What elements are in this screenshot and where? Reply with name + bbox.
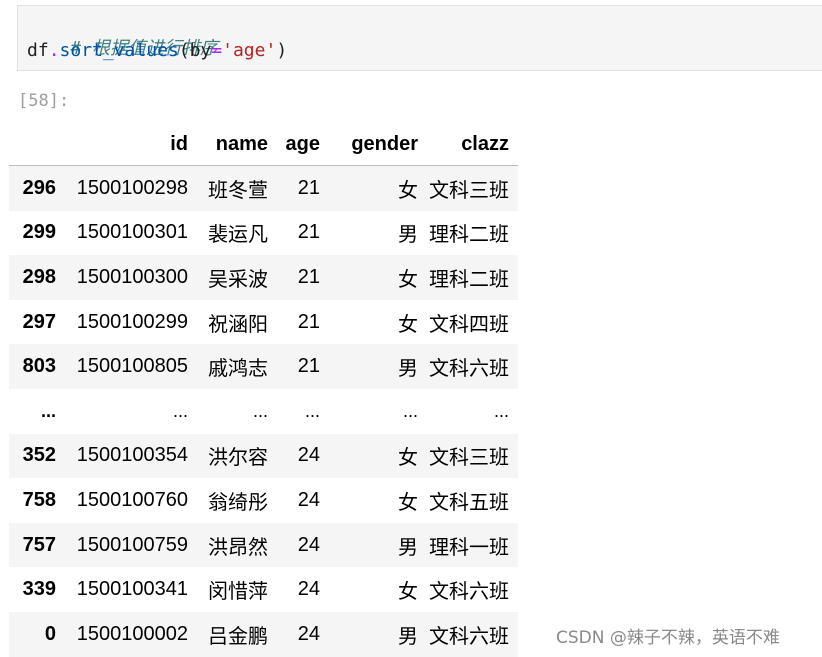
row-index: 299: [22, 221, 56, 244]
cell-name: 裴运凡: [208, 224, 268, 247]
cell-age: 21: [297, 265, 320, 288]
row-index: 297: [22, 310, 56, 333]
cell-age: 24: [297, 444, 320, 467]
cell-clazz: 文科五班: [429, 491, 509, 514]
cell-age: 24: [297, 578, 320, 601]
index-column-header: [9, 123, 65, 166]
cell-name: 洪昂然: [208, 536, 268, 559]
cell-id: 1500100341: [76, 578, 188, 601]
cell-gender: 女: [398, 268, 418, 291]
table-row-ellipsis: ... ... ... ... ... ...: [9, 389, 518, 434]
row-index: 339: [22, 578, 56, 601]
cell-gender: 男: [398, 625, 418, 648]
table-row: 0 1500100002 吕金鹏 24 男 文科六班: [9, 611, 518, 657]
table-row: 299 1500100301 裴运凡 21 男 理科二班: [9, 211, 518, 256]
row-index: 352: [22, 444, 56, 467]
cell-clazz: 文科六班: [429, 358, 509, 381]
table-row: 758 1500100760 翁绮彤 24 女 文科五班: [9, 478, 518, 523]
table-row: 339 1500100341 闵惜萍 24 女 文科六班: [9, 567, 518, 612]
dataframe-output-table: id name age gender clazz 296 1500100298 …: [9, 123, 518, 657]
code-keyword-arg: by: [189, 40, 212, 61]
output-prompt: [58]:: [18, 91, 70, 111]
cell-gender: 女: [398, 491, 418, 514]
cell-age: 21: [297, 176, 320, 199]
table-row: 757 1500100759 洪昂然 24 男 理科一班: [9, 522, 518, 568]
cell-age: 21: [297, 310, 320, 333]
cell-gender: 女: [398, 581, 418, 604]
table-row: 352 1500100354 洪尔容 24 女 文科三班: [9, 433, 518, 479]
column-header-gender: gender: [329, 123, 427, 166]
cell-gender: 女: [398, 447, 418, 470]
cell-clazz: 文科三班: [429, 179, 509, 202]
cell-id: 1500100759: [76, 533, 188, 556]
cell-id: 1500100760: [76, 488, 188, 511]
table-row: 803 1500100805 戚鸿志 21 男 文科六班: [9, 344, 518, 389]
cell-name: 闵惜萍: [208, 581, 268, 604]
column-header-age: age: [277, 123, 329, 166]
cell-age: ...: [304, 400, 320, 421]
cell-id: 1500100002: [76, 622, 188, 645]
cell-name: 祝涵阳: [208, 313, 268, 336]
cell-id: 1500100298: [76, 176, 188, 199]
table-row: 298 1500100300 吴采波 21 女 理科二班: [9, 255, 518, 300]
watermark-text: CSDN @辣子不辣，英语不难: [556, 628, 780, 648]
column-header-id: id: [65, 123, 197, 166]
cell-id: 1500100805: [76, 355, 188, 378]
cell-age: 24: [297, 533, 320, 556]
cell-clazz: 文科三班: [429, 447, 509, 470]
cell-clazz: 文科四班: [429, 313, 509, 336]
cell-name: 翁绮彤: [208, 491, 268, 514]
cell-clazz: 理科二班: [429, 268, 509, 291]
cell-gender: 男: [398, 224, 418, 247]
cell-id: 1500100301: [76, 221, 188, 244]
row-index: ...: [40, 400, 56, 421]
cell-name: ...: [252, 400, 268, 421]
cell-clazz: 文科六班: [429, 625, 509, 648]
cell-gender: 男: [398, 358, 418, 381]
table-row: 296 1500100298 班冬萱 21 女 文科三班: [9, 165, 518, 211]
code-comment-line: # 根据值进行排序: [27, 13, 218, 59]
code-input-cell[interactable]: # 根据值进行排序 df.sort_values(by='age'): [17, 5, 822, 71]
table-header-row: id name age gender clazz: [9, 123, 518, 166]
cell-id: 1500100354: [76, 444, 188, 467]
table-row: 297 1500100299 祝涵阳 21 女 文科四班: [9, 300, 518, 345]
code-dot: .: [48, 40, 60, 61]
cell-age: 24: [297, 488, 320, 511]
cell-gender: 男: [398, 536, 418, 559]
cell-clazz: 理科一班: [429, 536, 509, 559]
row-index: 298: [22, 265, 56, 288]
code-close-paren: ): [276, 40, 288, 61]
code-equals: =: [211, 40, 223, 61]
cell-gender: 女: [398, 179, 418, 202]
code-method: sort_values: [59, 40, 179, 61]
cell-age: 21: [297, 355, 320, 378]
row-index: 803: [22, 355, 56, 378]
column-header-clazz: clazz: [427, 123, 518, 166]
cell-clazz: 理科二班: [429, 224, 509, 247]
cell-age: 24: [297, 622, 320, 645]
cell-clazz: 文科六班: [429, 581, 509, 604]
cell-name: 戚鸿志: [208, 358, 268, 381]
cell-gender: 女: [398, 313, 418, 336]
code-string-arg: 'age': [222, 40, 277, 61]
code-statement-line: df.sort_values(by='age'): [27, 39, 287, 63]
row-index: 296: [22, 176, 56, 199]
cell-name: 班冬萱: [208, 179, 268, 202]
cell-id: ...: [172, 400, 188, 421]
cell-id: 1500100300: [76, 265, 188, 288]
cell-name: 洪尔容: [208, 447, 268, 470]
row-index: 0: [44, 622, 56, 645]
code-object: df: [27, 40, 49, 61]
row-index: 757: [22, 533, 56, 556]
cell-name: 吴采波: [208, 268, 268, 291]
code-open-paren: (: [178, 40, 190, 61]
cell-id: 1500100299: [76, 310, 188, 333]
row-index: 758: [22, 488, 56, 511]
cell-age: 21: [297, 221, 320, 244]
cell-gender: ...: [402, 400, 418, 421]
cell-name: 吕金鹏: [208, 625, 268, 648]
column-header-name: name: [197, 123, 277, 166]
cell-clazz: ...: [493, 400, 509, 421]
